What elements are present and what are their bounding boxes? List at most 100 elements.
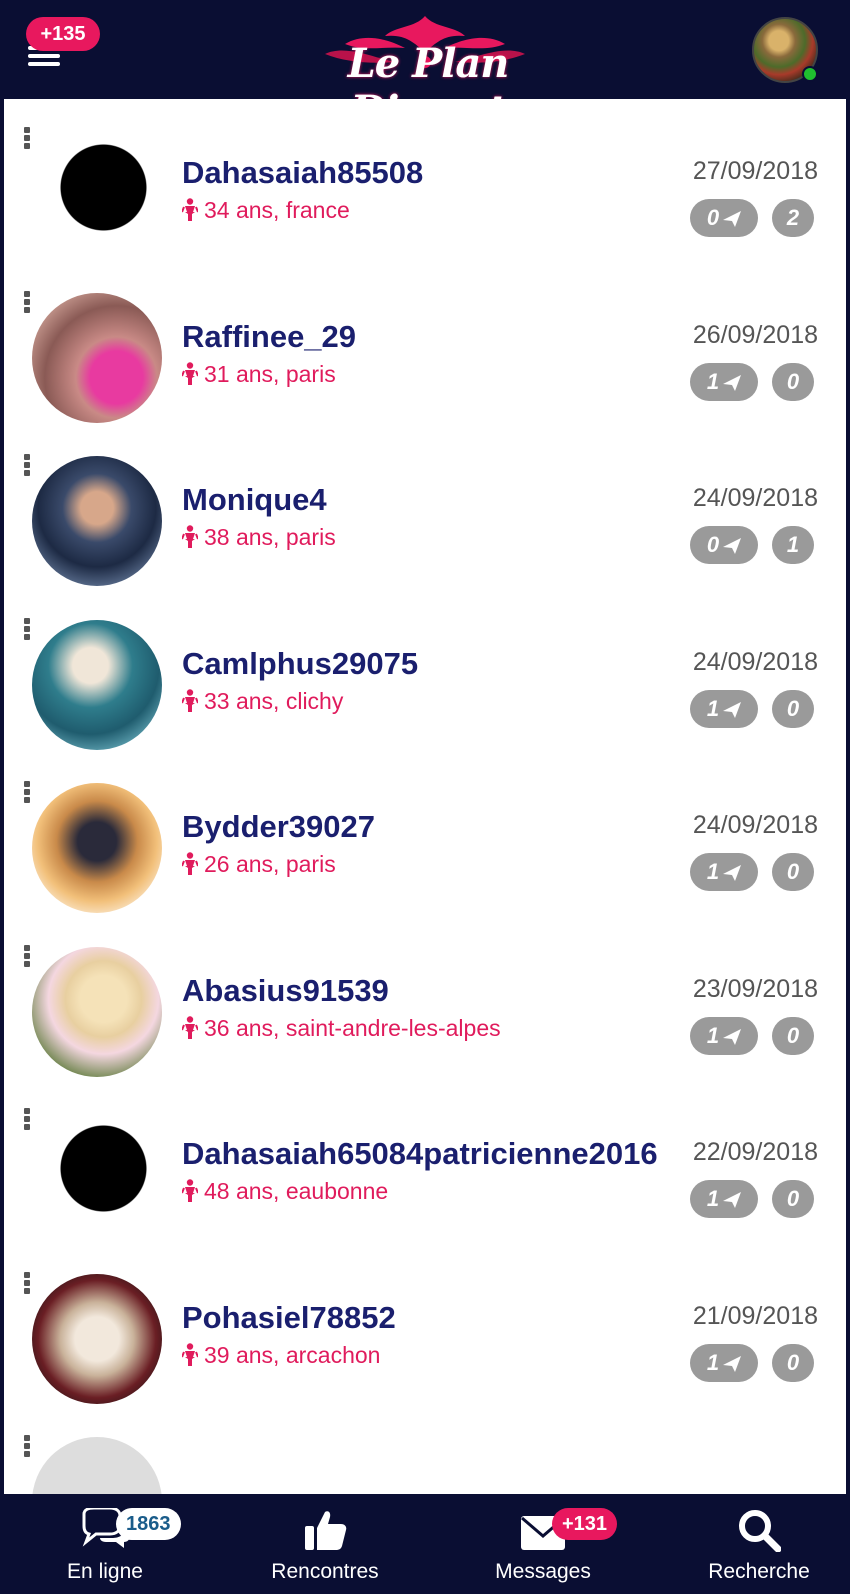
more-options-icon[interactable] bbox=[22, 127, 32, 151]
conversation-row[interactable]: Monique4 38 ans, paris 24/09/2018 0 1 bbox=[4, 426, 846, 592]
profile-name[interactable]: Abasius91539 bbox=[182, 973, 389, 1009]
more-options-icon[interactable] bbox=[22, 1435, 32, 1459]
sent-messages-pill[interactable]: 1 bbox=[690, 689, 758, 728]
profile-name[interactable]: Dahasaiah65084patricienne2016 bbox=[182, 1136, 658, 1172]
nav-messages-label: Messages bbox=[495, 1560, 591, 1583]
notification-badge[interactable]: +135 bbox=[26, 17, 100, 51]
sent-messages-count: 1 bbox=[706, 1022, 720, 1048]
sent-messages-pill[interactable]: 1 bbox=[690, 1016, 758, 1055]
sent-messages-count: 0 bbox=[706, 532, 720, 557]
nav-search-label: Recherche bbox=[708, 1560, 810, 1583]
more-options-icon[interactable] bbox=[22, 1108, 32, 1132]
nav-search[interactable]: Recherche bbox=[694, 1494, 824, 1594]
sent-messages-pill[interactable]: 1 bbox=[690, 362, 758, 401]
more-options-icon[interactable] bbox=[22, 617, 32, 642]
received-count-pill[interactable]: 2 bbox=[772, 199, 814, 237]
paper-plane-icon bbox=[723, 1355, 742, 1372]
sent-messages-pill[interactable]: 1 bbox=[690, 853, 758, 891]
site-logo[interactable]: Le Plan Discret bbox=[285, 14, 565, 134]
profile-details: 38 ans, paris bbox=[182, 524, 336, 551]
received-count-pill[interactable]: 1 bbox=[772, 526, 814, 564]
profile-name[interactable]: Monique4 bbox=[182, 482, 327, 518]
profile-photo[interactable] bbox=[32, 292, 162, 423]
profile-details: 26 ans, paris bbox=[182, 851, 336, 878]
sent-messages-pill[interactable]: 0 bbox=[690, 199, 758, 237]
paper-plane-icon bbox=[723, 1192, 742, 1208]
conversation-row[interactable]: Camlphus29075 33 ans, clichy 24/09/2018 … bbox=[4, 590, 846, 756]
conversation-row-partial[interactable] bbox=[4, 1407, 846, 1494]
last-contact-date: 24/09/2018 bbox=[692, 484, 818, 512]
sent-messages-pill[interactable]: 1 bbox=[690, 1180, 758, 1218]
female-icon bbox=[182, 1015, 198, 1039]
received-count-pill[interactable]: 0 bbox=[772, 1343, 814, 1382]
received-count-pill[interactable]: 0 bbox=[772, 853, 814, 891]
last-contact-date: 24/09/2018 bbox=[692, 647, 818, 676]
top-bar: +135 Le Plan Discret bbox=[0, 0, 850, 134]
nav-online[interactable]: 1863 En ligne bbox=[40, 1494, 181, 1594]
age-location: 36 ans, saint-andre-les-alpes bbox=[204, 1014, 501, 1041]
more-options-icon[interactable] bbox=[22, 1271, 32, 1296]
received-count-pill[interactable]: 0 bbox=[772, 1016, 814, 1055]
profile-details: 33 ans, clichy bbox=[182, 688, 343, 715]
received-count-pill[interactable]: 0 bbox=[772, 689, 814, 728]
sent-messages-count: 1 bbox=[706, 1186, 720, 1211]
profile-photo[interactable] bbox=[32, 783, 162, 913]
age-location: 38 ans, paris bbox=[204, 524, 336, 550]
conversation-row[interactable]: Pohasiel78852 39 ans, arcachon 21/09/201… bbox=[4, 1244, 846, 1410]
profile-name[interactable]: Bydder39027 bbox=[182, 809, 375, 845]
thumbs-up-icon bbox=[305, 1511, 347, 1550]
bottom-nav: 1863 En ligne Rencontres +131 Messages R… bbox=[0, 1494, 850, 1594]
profile-details: 48 ans, eaubonne bbox=[182, 1178, 388, 1205]
conversation-row[interactable]: Abasius91539 36 ans, saint-andre-les-alp… bbox=[4, 917, 846, 1083]
age-location: 26 ans, paris bbox=[204, 851, 336, 877]
last-contact-date: 24/09/2018 bbox=[692, 811, 818, 839]
profile-photo[interactable] bbox=[32, 946, 162, 1077]
conversation-row[interactable]: Bydder39027 26 ans, paris 24/09/2018 1 0 bbox=[4, 753, 846, 919]
profile-photo[interactable] bbox=[32, 456, 162, 586]
profile-name[interactable]: Dahasaiah85508 bbox=[182, 155, 423, 191]
last-contact-date: 23/09/2018 bbox=[692, 974, 818, 1003]
online-count-badge: 1863 bbox=[116, 1508, 181, 1540]
paper-plane-icon bbox=[723, 1028, 742, 1045]
profile-photo[interactable] bbox=[32, 1437, 162, 1494]
female-icon bbox=[182, 1179, 198, 1202]
more-options-icon[interactable] bbox=[22, 454, 32, 478]
sent-messages-count: 1 bbox=[706, 368, 720, 394]
received-count-pill[interactable]: 0 bbox=[772, 1180, 814, 1218]
profile-name[interactable]: Pohasiel78852 bbox=[182, 1300, 396, 1336]
profile-details: 31 ans, paris bbox=[182, 361, 336, 388]
more-options-icon[interactable] bbox=[22, 944, 32, 969]
sent-messages-count: 1 bbox=[706, 1349, 720, 1375]
profile-photo[interactable] bbox=[32, 129, 162, 259]
last-contact-date: 22/09/2018 bbox=[692, 1138, 818, 1166]
profile-photo[interactable] bbox=[32, 1110, 162, 1240]
profile-photo[interactable] bbox=[32, 1273, 162, 1404]
age-location: 33 ans, clichy bbox=[204, 687, 344, 714]
more-options-icon[interactable] bbox=[22, 781, 32, 805]
last-contact-date: 21/09/2018 bbox=[692, 1301, 818, 1330]
sent-messages-count: 1 bbox=[706, 695, 720, 721]
received-count-pill[interactable]: 0 bbox=[772, 362, 814, 401]
conversation-list[interactable]: Dahasaiah85508 34 ans, france 27/09/2018… bbox=[4, 99, 846, 1494]
conversation-row[interactable]: Raffinee_29 31 ans, paris 26/09/2018 1 0 bbox=[4, 263, 846, 429]
female-icon bbox=[182, 361, 198, 385]
online-status-dot bbox=[802, 66, 818, 82]
female-icon bbox=[182, 198, 198, 221]
sent-messages-pill[interactable]: 1 bbox=[690, 1343, 758, 1382]
sent-messages-pill[interactable]: 0 bbox=[690, 526, 758, 564]
conversation-row[interactable]: Dahasaiah65084patricienne2016 48 ans, ea… bbox=[4, 1080, 846, 1246]
nav-meetings[interactable]: Rencontres bbox=[260, 1494, 390, 1594]
sent-messages-count: 1 bbox=[706, 859, 720, 884]
age-location: 34 ans, france bbox=[204, 197, 350, 223]
female-icon bbox=[182, 1342, 198, 1366]
nav-messages[interactable]: +131 Messages bbox=[478, 1494, 618, 1594]
profile-name[interactable]: Camlphus29075 bbox=[182, 646, 418, 682]
age-location: 39 ans, arcachon bbox=[204, 1341, 381, 1368]
profile-details: 36 ans, saint-andre-les-alpes bbox=[182, 1015, 501, 1042]
profile-photo[interactable] bbox=[32, 619, 162, 750]
search-icon bbox=[739, 1510, 781, 1552]
conversation-row[interactable]: Dahasaiah85508 34 ans, france 27/09/2018… bbox=[4, 99, 846, 265]
profile-name[interactable]: Raffinee_29 bbox=[182, 319, 356, 355]
female-icon bbox=[182, 525, 198, 548]
more-options-icon[interactable] bbox=[22, 290, 32, 315]
